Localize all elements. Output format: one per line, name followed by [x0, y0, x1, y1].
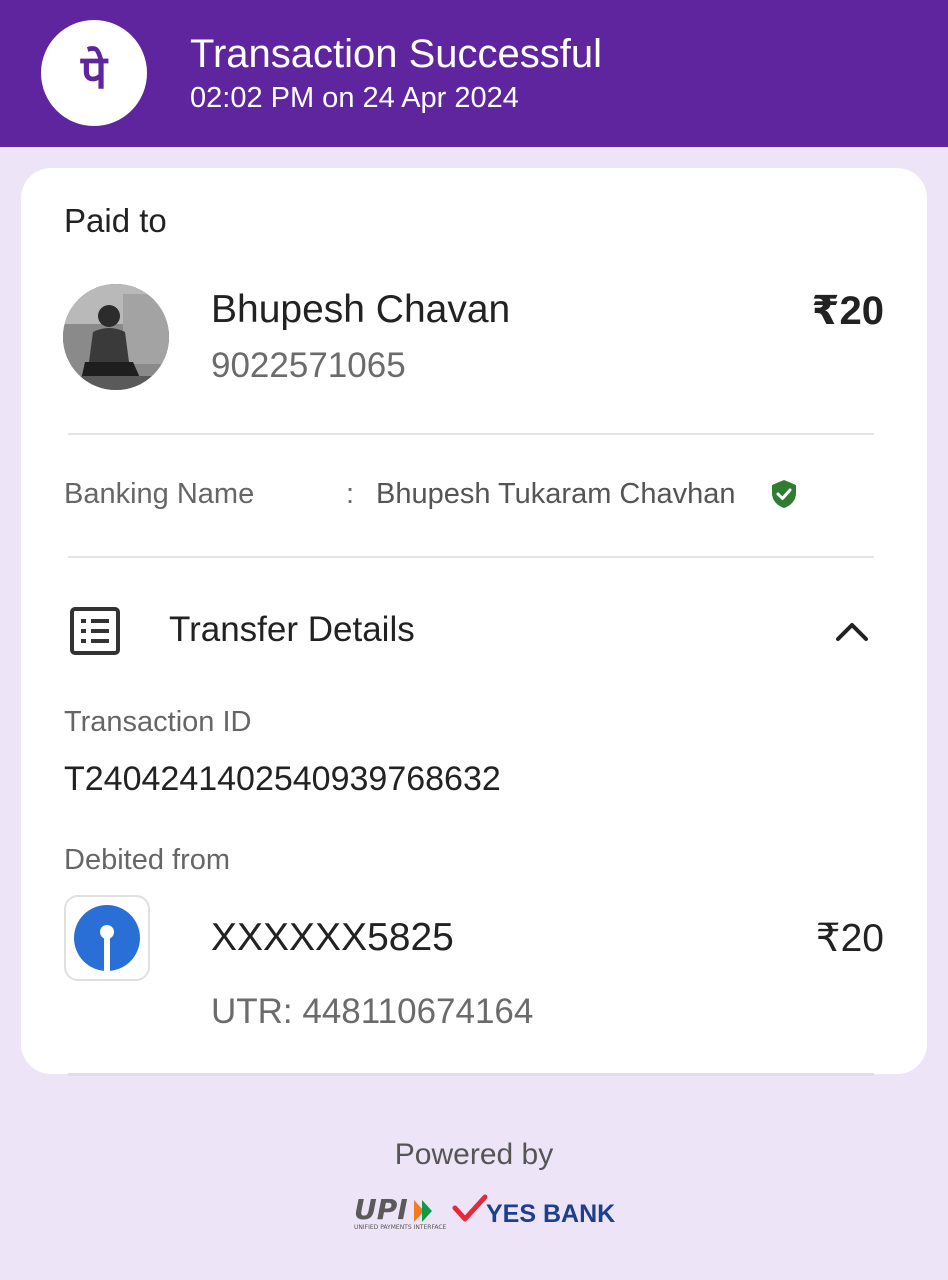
upi-tagline: UNIFIED PAYMENTS INTERFACE [354, 1224, 447, 1231]
divider [68, 433, 874, 435]
upi-logo: UPI UNIFIED PAYMENTS INTERFACE [354, 1193, 447, 1231]
chevron-up-icon[interactable] [833, 613, 871, 647]
transaction-header: पे Transaction Successful 02:02 PM on 24… [0, 0, 948, 147]
upi-text: UPI [354, 1193, 408, 1226]
verified-shield-icon [772, 480, 796, 508]
utr-number[interactable]: UTR: 448110674164 [211, 992, 533, 1032]
sbi-logo [64, 895, 150, 981]
transaction-card: Paid to Bhupesh Chavan 9022571065 ₹20 Ba… [21, 168, 927, 1074]
logo-letter: पे [80, 45, 109, 99]
partner-bank-name: YES BANK [486, 1200, 616, 1228]
phonepe-logo: पे [41, 20, 147, 126]
receipt-list-icon [70, 607, 120, 655]
banking-name-separator: : [346, 478, 355, 510]
debited-from-label: Debited from [64, 844, 231, 876]
status-title: Transaction Successful [190, 32, 603, 76]
sbi-logo-icon [74, 905, 140, 971]
user-photo-avatar-icon [63, 284, 169, 390]
divider [68, 1073, 874, 1076]
divider [68, 556, 874, 558]
transaction-timestamp: 02:02 PM on 24 Apr 2024 [190, 82, 519, 114]
banking-name-label: Banking Name [64, 478, 255, 510]
paid-to-label: Paid to [64, 202, 167, 239]
payee-name: Bhupesh Chavan [211, 288, 511, 331]
payee-avatar[interactable] [63, 284, 169, 390]
debit-account-number: XXXXXX5825 [211, 916, 454, 959]
transfer-details-title[interactable]: Transfer Details [169, 610, 415, 650]
paid-amount: ₹20 [811, 289, 884, 333]
payee-phone: 9022571065 [211, 346, 406, 385]
banking-name-value: Bhupesh Tukaram Chavhan [376, 478, 736, 510]
transaction-id-value[interactable]: T2404241402540939768632 [64, 760, 501, 799]
yes-bank-tick-icon [452, 1194, 488, 1222]
transaction-id-label: Transaction ID [64, 706, 252, 738]
debit-amount: ₹20 [815, 917, 884, 960]
powered-by-label: Powered by [394, 1138, 554, 1171]
